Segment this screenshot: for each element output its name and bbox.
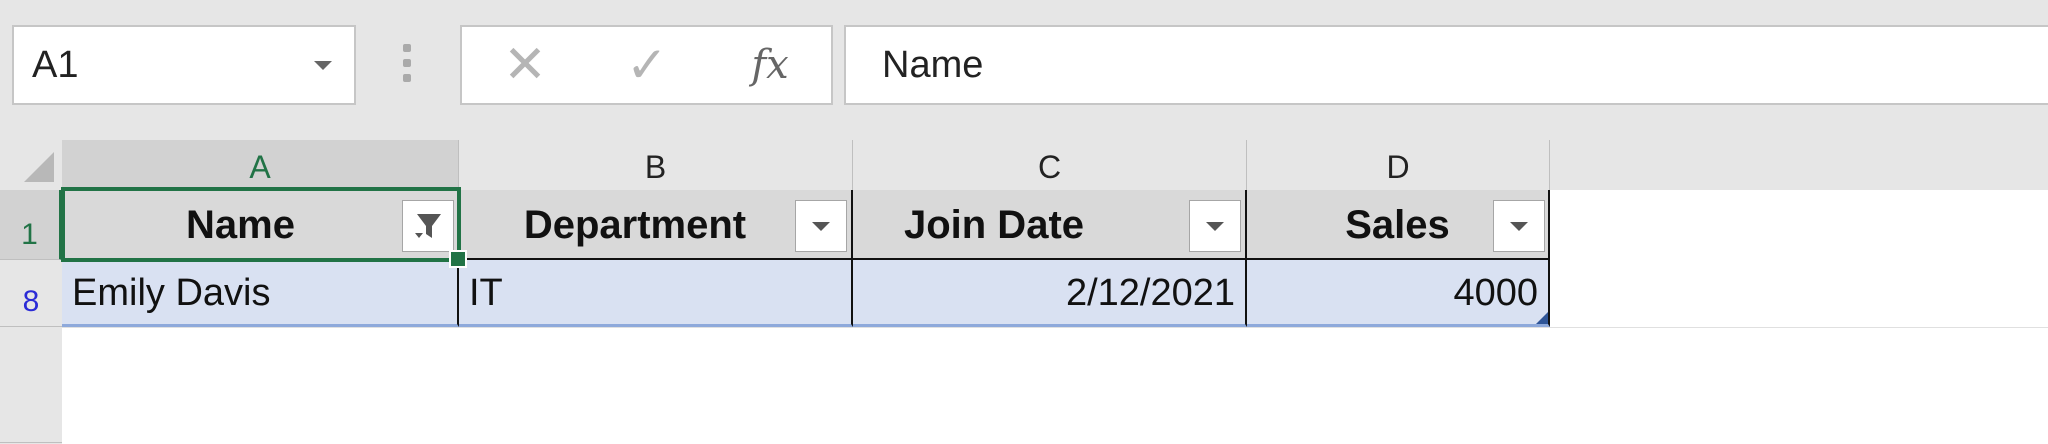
header-label: Sales (1345, 203, 1450, 247)
formula-input[interactable]: Name (844, 25, 2048, 105)
column-header-d[interactable]: D (1247, 140, 1550, 190)
column-header-e[interactable] (1550, 140, 2048, 190)
filter-button[interactable] (1189, 200, 1241, 252)
cell-sales[interactable]: 4000 (1247, 260, 1550, 327)
formula-bar-resize-grip[interactable] (403, 44, 413, 84)
select-all-button[interactable] (0, 140, 63, 190)
header-label: Name (186, 203, 295, 247)
column-header-b[interactable]: B (459, 140, 853, 190)
filter-dropdown-icon (1206, 222, 1224, 231)
cell-join-date[interactable]: 2/12/2021 (853, 260, 1247, 327)
header-cell-department[interactable]: Department (459, 190, 853, 260)
name-box[interactable]: A1 (12, 25, 356, 105)
cancel-icon[interactable]: ✕ (480, 27, 570, 103)
column-header-c[interactable]: C (853, 140, 1247, 190)
formula-value: Name (882, 44, 984, 86)
worksheet-grid: A B C D 1 8 Name Department Join Date Sa… (0, 140, 2048, 444)
row-header-blank[interactable] (0, 327, 62, 443)
filter-funnel-icon (415, 214, 441, 238)
formula-buttons: ✕ ✓ fx (460, 25, 833, 105)
row-header-8[interactable]: 8 (0, 260, 62, 327)
header-label: Department (523, 203, 747, 247)
header-cell-join-date[interactable]: Join Date (853, 190, 1247, 260)
filter-button-active[interactable] (402, 200, 454, 252)
select-all-icon (24, 152, 54, 182)
filter-dropdown-icon (1510, 222, 1528, 231)
header-cell-name[interactable]: Name (62, 190, 459, 260)
table-resize-handle-icon[interactable] (1536, 312, 1548, 324)
enter-icon[interactable]: ✓ (602, 27, 692, 103)
header-label: Join Date (903, 203, 1085, 247)
cell-department[interactable]: IT (459, 260, 853, 327)
filter-button[interactable] (1493, 200, 1545, 252)
formula-bar: A1 ✕ ✓ fx Name (0, 0, 2048, 140)
name-box-value: A1 (32, 44, 79, 86)
column-header-a[interactable]: A (62, 140, 459, 190)
empty-row[interactable] (62, 327, 2048, 444)
filter-button[interactable] (795, 200, 847, 252)
row-header-1[interactable]: 1 (0, 190, 62, 260)
header-cell-sales[interactable]: Sales (1247, 190, 1550, 260)
insert-function-icon[interactable]: fx (725, 27, 815, 103)
filter-dropdown-icon (812, 222, 830, 231)
name-box-dropdown-icon[interactable] (314, 61, 332, 70)
cell-name[interactable]: Emily Davis (62, 260, 459, 327)
